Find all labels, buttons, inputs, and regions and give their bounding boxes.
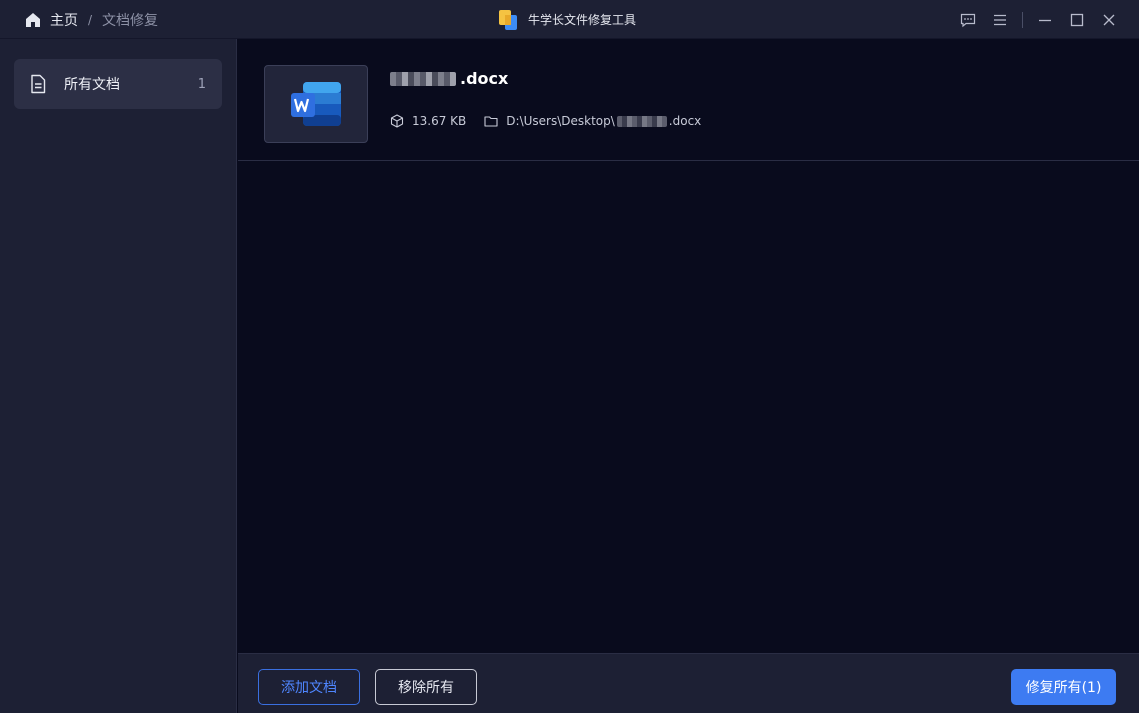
minimize-icon — [1039, 19, 1051, 21]
window-controls — [952, 0, 1125, 39]
breadcrumb: 主页 / 文档修复 — [24, 0, 158, 39]
redacted-filename — [390, 71, 456, 86]
sidebar-item-label: 所有文档 — [64, 77, 120, 93]
app-title: 牛学长文件修复工具 — [498, 0, 636, 39]
sidebar-item-count: 1 — [197, 76, 206, 92]
maximize-icon — [1070, 13, 1084, 26]
breadcrumb-home[interactable]: 主页 — [50, 10, 78, 30]
file-meta: 13.67 KB D:\Users\Desktop\ .docx — [390, 114, 701, 128]
file-thumbnail — [264, 65, 368, 143]
close-icon — [1103, 14, 1115, 25]
message-icon — [960, 13, 976, 27]
remove-all-button[interactable]: 移除所有 — [375, 669, 477, 705]
file-name: .docx — [390, 69, 508, 88]
maximize-button[interactable] — [1061, 4, 1093, 36]
document-icon — [31, 74, 46, 94]
title-bar: 主页 / 文档修复 牛学长文件修复工具 — [0, 0, 1139, 39]
word-icon — [291, 82, 341, 126]
breadcrumb-separator: / — [88, 12, 93, 27]
breadcrumb-current: 文档修复 — [102, 12, 159, 29]
menu-button[interactable] — [984, 4, 1016, 36]
file-path-prefix: D:\Users\Desktop\ — [506, 114, 615, 128]
footer-bar: 添加文档 移除所有 修复所有(1) — [238, 653, 1139, 713]
app-logo-icon — [499, 9, 517, 30]
main-panel: .docx 13.67 KB D:\Users\Desktop\ .docx — [238, 39, 1139, 653]
repair-all-button[interactable]: 修复所有(1) — [1011, 669, 1116, 705]
app-title-text: 牛学长文件修复工具 — [528, 13, 637, 27]
folder-icon — [484, 116, 498, 127]
window-controls-divider — [1022, 11, 1023, 28]
close-button[interactable] — [1093, 4, 1125, 36]
minimize-button[interactable] — [1029, 4, 1061, 36]
sidebar: 所有文档 1 — [0, 39, 237, 713]
redacted-path — [616, 115, 667, 127]
file-list-item[interactable]: .docx 13.67 KB D:\Users\Desktop\ .docx — [238, 39, 1139, 161]
add-document-button[interactable]: 添加文档 — [258, 669, 360, 705]
home-icon[interactable] — [24, 11, 42, 29]
cube-icon — [390, 114, 404, 128]
sidebar-item-all-documents[interactable]: 所有文档 1 — [14, 59, 222, 109]
menu-icon — [994, 14, 1006, 25]
file-extension: .docx — [460, 69, 509, 88]
file-path-suffix: .docx — [668, 114, 702, 128]
feedback-button[interactable] — [952, 4, 984, 36]
file-size: 13.67 KB — [412, 114, 467, 128]
